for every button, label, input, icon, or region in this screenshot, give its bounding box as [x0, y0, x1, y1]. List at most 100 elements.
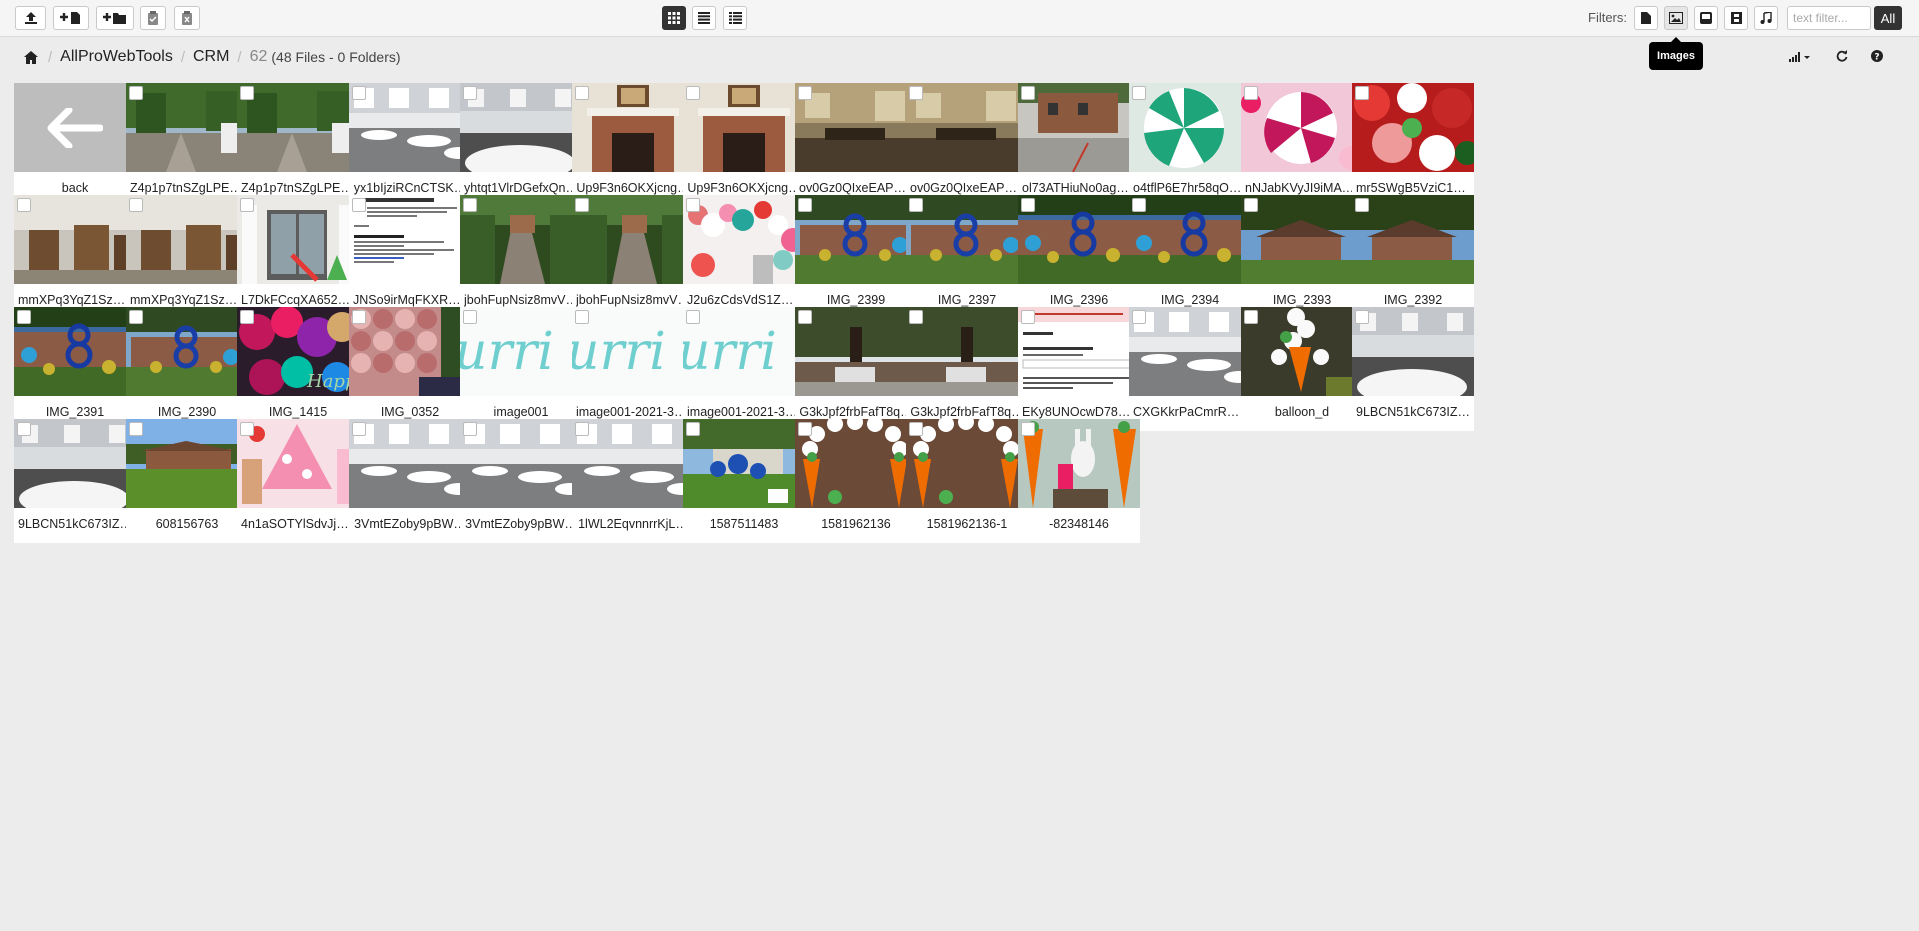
file-tile[interactable]: nNJabKVyJI9iMAv… [1241, 83, 1363, 207]
select-checkbox[interactable] [1132, 310, 1146, 324]
paste-button[interactable] [140, 6, 166, 30]
select-checkbox[interactable] [1132, 198, 1146, 212]
file-tile[interactable]: IMG_2393 [1241, 195, 1363, 319]
select-checkbox[interactable] [575, 310, 589, 324]
select-checkbox[interactable] [1021, 310, 1035, 324]
select-checkbox[interactable] [575, 86, 589, 100]
select-checkbox[interactable] [352, 198, 366, 212]
home-icon[interactable] [24, 49, 40, 65]
select-checkbox[interactable] [129, 198, 143, 212]
file-tile[interactable]: 1lWL2EqvnnrrKjL… [572, 419, 694, 543]
select-checkbox[interactable] [1244, 86, 1258, 100]
file-tile[interactable]: L7DkFCcqXA652g… [237, 195, 359, 319]
file-tile[interactable]: IMG_2390 [126, 307, 248, 431]
file-tile[interactable]: 3VmtEZoby9pBW… [460, 419, 582, 543]
select-checkbox[interactable] [17, 422, 31, 436]
file-tile[interactable]: ol73ATHiuNo0agD… [1018, 83, 1140, 207]
file-tile[interactable]: IMG_2394 [1129, 195, 1251, 319]
select-checkbox[interactable] [1244, 310, 1258, 324]
select-checkbox[interactable] [798, 422, 812, 436]
upload-button[interactable] [15, 6, 46, 30]
file-tile[interactable]: J2u6zCdsVdS1ZU… [683, 195, 805, 319]
file-tile[interactable]: 3VmtEZoby9pBW… [349, 419, 471, 543]
select-checkbox[interactable] [686, 198, 700, 212]
file-tile[interactable]: urri image001-2021-34… [572, 307, 694, 431]
select-checkbox[interactable] [352, 422, 366, 436]
select-checkbox[interactable] [1355, 198, 1369, 212]
select-checkbox[interactable] [240, 310, 254, 324]
select-checkbox[interactable] [463, 198, 477, 212]
file-tile[interactable]: Up9F3n6OKXjcng… [683, 83, 805, 207]
select-checkbox[interactable] [909, 422, 923, 436]
file-tile[interactable]: IMG_2391 [14, 307, 136, 431]
file-tile[interactable]: G3kJpf2frbFafT8q… [906, 307, 1028, 431]
select-checkbox[interactable] [686, 422, 700, 436]
filter-documents-button[interactable] [1634, 6, 1658, 30]
file-tile[interactable]: IMG_2399 [795, 195, 917, 319]
select-checkbox[interactable] [463, 422, 477, 436]
select-checkbox[interactable] [1021, 422, 1035, 436]
select-checkbox[interactable] [1132, 86, 1146, 100]
file-tile[interactable]: Z4p1p7tnSZgLPEJ… [126, 83, 248, 207]
help-button[interactable]: ? [1871, 48, 1883, 66]
select-checkbox[interactable] [463, 86, 477, 100]
breadcrumb-folder[interactable]: CRM [193, 48, 229, 66]
file-tile[interactable]: mr5SWgB5VziC19… [1352, 83, 1474, 207]
file-tile[interactable]: IMG_2397 [906, 195, 1028, 319]
select-checkbox[interactable] [240, 198, 254, 212]
select-checkbox[interactable] [909, 86, 923, 100]
file-tile[interactable]: 1581962136-1 [906, 419, 1028, 543]
select-checkbox[interactable] [240, 86, 254, 100]
select-checkbox[interactable] [17, 198, 31, 212]
file-tile[interactable]: 1581962136 [795, 419, 917, 543]
select-checkbox[interactable] [798, 310, 812, 324]
select-checkbox[interactable] [686, 86, 700, 100]
file-tile[interactable]: Z4p1p7tnSZgLPEJ… [237, 83, 359, 207]
file-tile[interactable]: ov0Gz0QIxeEAPO… [795, 83, 917, 207]
select-checkbox[interactable] [909, 198, 923, 212]
file-tile[interactable]: IMG_2396 [1018, 195, 1140, 319]
new-file-button[interactable] [53, 6, 89, 30]
file-tile[interactable]: IMG_0352 [349, 307, 471, 431]
file-tile[interactable]: 608156763 [126, 419, 248, 543]
select-checkbox[interactable] [129, 422, 143, 436]
file-tile[interactable]: Happy IMG_1415 [237, 307, 359, 431]
select-checkbox[interactable] [1355, 310, 1369, 324]
file-tile[interactable]: IMG_2392 [1352, 195, 1474, 319]
file-tile[interactable]: urri image001-2021-30… [683, 307, 805, 431]
file-tile[interactable]: Up9F3n6OKXjcng… [572, 83, 694, 207]
select-checkbox[interactable] [1021, 198, 1035, 212]
clear-clipboard-button[interactable] [174, 6, 200, 30]
select-checkbox[interactable] [463, 310, 477, 324]
select-checkbox[interactable] [798, 86, 812, 100]
breadcrumb-root[interactable]: AllProWebTools [60, 48, 173, 66]
file-tile[interactable]: mmXPq3YqZ1Szw… [126, 195, 248, 319]
file-tile[interactable]: yx1bIjziRCnCTSK… [349, 83, 471, 207]
select-checkbox[interactable] [798, 198, 812, 212]
file-tile[interactable]: G3kJpf2frbFafT8q… [795, 307, 917, 431]
file-tile[interactable]: JNSo9irMqFKXRA… [349, 195, 471, 319]
select-checkbox[interactable] [17, 310, 31, 324]
select-checkbox[interactable] [575, 422, 589, 436]
select-checkbox[interactable] [686, 310, 700, 324]
file-tile[interactable]: jbohFupNsiz8mvV… [572, 195, 694, 319]
select-checkbox[interactable] [575, 198, 589, 212]
file-tile[interactable]: 9LBCN51kC673IZ… [14, 419, 136, 543]
filter-images-button[interactable] [1664, 6, 1688, 30]
file-tile[interactable]: mmXPq3YqZ1Szw… [14, 195, 136, 319]
sort-dropdown[interactable] [1789, 48, 1811, 66]
select-checkbox[interactable] [909, 310, 923, 324]
select-checkbox[interactable] [1355, 86, 1369, 100]
refresh-button[interactable] [1836, 48, 1848, 66]
view-columns-button[interactable] [723, 6, 747, 30]
file-tile[interactable]: -82348146 [1018, 419, 1140, 543]
select-checkbox[interactable] [129, 310, 143, 324]
file-tile[interactable]: balloon_d [1241, 307, 1363, 431]
file-tile[interactable]: CXGKkrPaCmrRU… [1129, 307, 1251, 431]
file-tile[interactable]: EKy8UNOcwD78o… [1018, 307, 1140, 431]
file-tile[interactable]: 4n1aSOTYlSdvJjB… [237, 419, 359, 543]
text-filter-input[interactable] [1787, 6, 1871, 30]
select-checkbox[interactable] [129, 86, 143, 100]
select-checkbox[interactable] [1021, 86, 1035, 100]
new-folder-button[interactable] [96, 6, 134, 30]
